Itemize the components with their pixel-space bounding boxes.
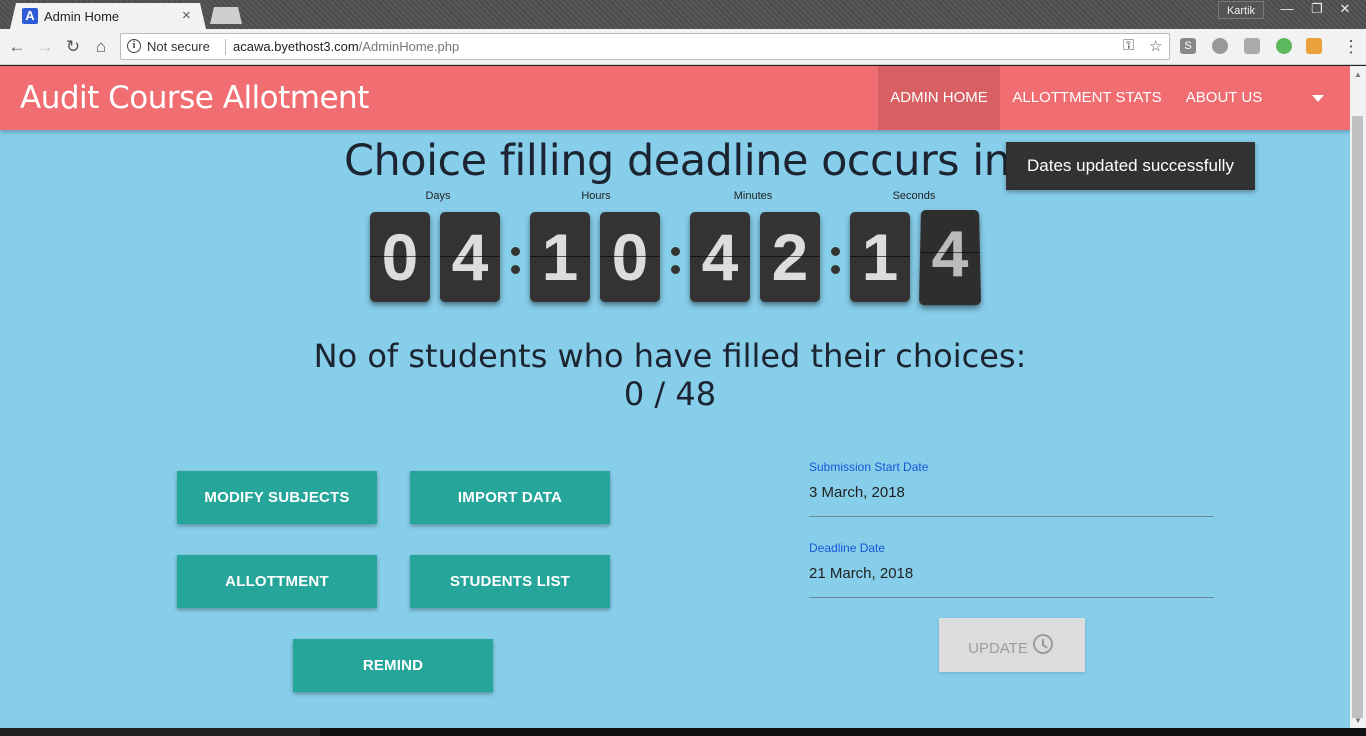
hours-label: Hours [581,190,611,202]
deadline-date-underline [809,597,1214,598]
omnibox-divider [225,39,226,55]
days-digit-ones: 4 [440,212,500,302]
restore-icon[interactable]: ❐ [1302,0,1332,20]
extension-face-icon[interactable] [1306,38,1322,54]
forward-icon[interactable]: → [34,37,56,57]
extension-circle-icon[interactable] [1212,38,1228,54]
toast-message: Dates updated successfully [1006,142,1255,190]
navbar: Audit Course Allotment ADMIN HOME ALLOTT… [0,66,1350,130]
url-path: /AdminHome.php [358,39,460,54]
modify-subjects-button[interactable]: MODIFY SUBJECTS [177,471,377,524]
colon-separator [829,247,841,277]
home-icon[interactable]: ⌂ [90,37,112,57]
start-date-underline [809,516,1214,517]
profile-button[interactable]: Kartik [1218,1,1264,19]
star-icon[interactable]: ☆ [1149,37,1162,55]
brand-title[interactable]: Audit Course Allotment [20,80,369,116]
filled-count-value: 0 / 48 [623,375,717,413]
deadline-date-field[interactable]: 21 March, 2018 [809,565,913,582]
tab-title: Admin Home [44,9,120,24]
clock-icon [1033,634,1053,654]
deadline-date-label: Deadline Date [809,541,886,555]
site-favicon-icon: A [22,8,38,24]
extension-color-icon[interactable] [1276,38,1292,54]
key-icon[interactable]: ⚿ [1123,37,1134,54]
dropdown-caret-icon[interactable] [1312,95,1324,102]
address-bar[interactable]: i Not secure acawa.byethost3.com/AdminHo… [120,33,1170,60]
extension-s-icon[interactable]: S [1180,38,1196,54]
os-taskbar [320,728,1366,736]
url-text[interactable]: acawa.byethost3.com/AdminHome.php [233,39,459,54]
url-host: acawa.byethost3.com [233,39,359,54]
remind-button[interactable]: REMIND [293,639,493,692]
page-viewport: Audit Course Allotment ADMIN HOME ALLOTT… [0,66,1350,728]
minutes-label: Minutes [733,190,773,202]
allotment-button[interactable]: ALLOTTMENT [177,555,377,608]
reload-icon[interactable]: ↻ [62,37,84,57]
extension-cast-icon[interactable] [1244,38,1260,54]
students-list-button[interactable]: STUDENTS LIST [410,555,610,608]
seconds-label: Seconds [892,190,936,202]
import-data-button[interactable]: IMPORT DATA [410,471,610,524]
minimize-icon[interactable]: — [1272,0,1302,20]
info-icon[interactable]: i [127,39,141,53]
days-digit-tens: 0 [370,212,430,302]
minutes-digit-tens: 4 [690,212,750,302]
close-window-icon[interactable]: ✕ [1330,0,1360,20]
new-tab-button[interactable] [210,7,242,24]
back-icon[interactable]: ← [6,37,28,57]
hours-digit-tens: 1 [530,212,590,302]
browser-titlebar: A Admin Home × Kartik — ❐ ✕ [0,0,1366,29]
update-button[interactable]: UPDATE [939,618,1085,672]
nav-about-us[interactable]: ABOUT US [1176,66,1272,130]
seconds-digit-tens: 1 [850,212,910,302]
minutes-digit-ones: 2 [760,212,820,302]
colon-separator [669,247,681,277]
update-button-label: UPDATE [968,640,1028,657]
browser-tab[interactable]: A Admin Home × [10,3,206,29]
start-date-label: Submission Start Date [809,460,929,474]
scroll-up-icon[interactable]: ▲ [1354,70,1362,79]
days-label: Days [425,190,451,202]
colon-separator [509,247,521,277]
seconds-digit-ones: 4 [918,210,982,306]
tab-close-icon[interactable]: × [182,7,191,24]
scrollbar-thumb[interactable] [1352,116,1363,718]
page-scrollbar[interactable]: ▲ ▼ [1350,66,1366,728]
menu-dots-icon[interactable]: ⋮ [1340,37,1362,57]
filled-count-label: No of students who have filled their cho… [313,337,1027,375]
countdown-title: Choice filling deadline occurs in ... [344,136,1064,186]
security-status: Not secure [147,39,210,54]
nav-allotment-stats[interactable]: ALLOTTMENT STATS [1004,66,1170,130]
nav-admin-home[interactable]: ADMIN HOME [878,66,1000,130]
hours-digit-ones: 0 [600,212,660,302]
scroll-down-icon[interactable]: ▼ [1354,716,1362,725]
browser-toolbar: ← → ↻ ⌂ i Not secure acawa.byethost3.com… [0,29,1366,65]
start-date-field[interactable]: 3 March, 2018 [809,484,905,501]
